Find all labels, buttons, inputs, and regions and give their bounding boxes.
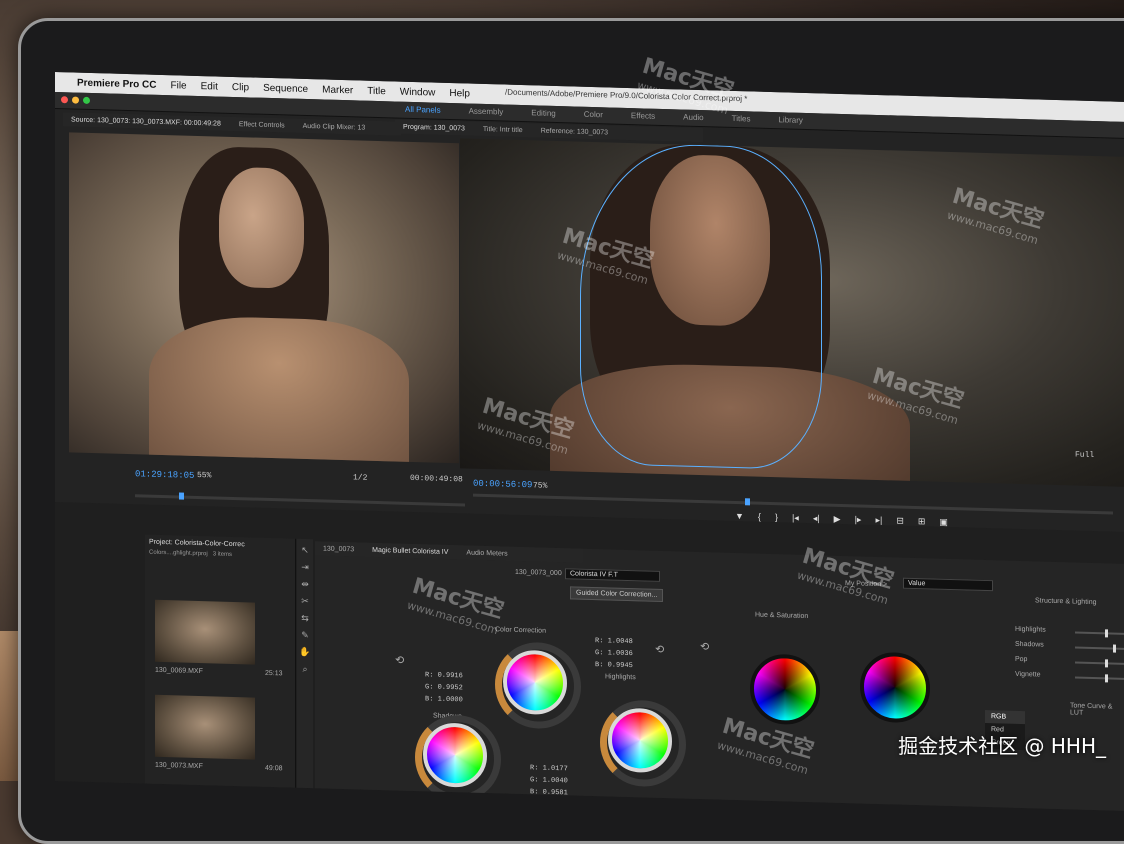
shadows-b: B: 1.0000 xyxy=(425,695,463,705)
clip-thumbnail[interactable] xyxy=(155,694,255,760)
tab-library[interactable]: Library xyxy=(778,115,802,125)
tab-colorista[interactable]: Magic Bullet Colorista IV xyxy=(372,546,448,555)
tab-titles[interactable]: Titles xyxy=(732,114,751,124)
hue-wheel[interactable] xyxy=(750,653,820,726)
tab-audio-clip-mixer[interactable]: Audio Clip Mixer: 13 xyxy=(303,122,366,131)
tab-audio[interactable]: Audio xyxy=(683,113,703,123)
project-file: Colors....ghlight.prproj xyxy=(149,549,208,558)
hue-saturation-heading: Hue & Saturation xyxy=(755,611,809,621)
color-correction-heading: Color Correction xyxy=(495,626,546,635)
hand-tool-icon[interactable]: ✋ xyxy=(297,647,313,658)
slider-label-highlights: Highlights xyxy=(1015,625,1046,634)
highlights-values: R: 1.0048 G: 1.0036 B: 0.9945 xyxy=(595,635,633,672)
menu-clip[interactable]: Clip xyxy=(232,81,249,92)
clip-label: 130_0073_000 xyxy=(515,568,562,578)
menu-window[interactable]: Window xyxy=(400,86,436,98)
program-scrubber[interactable] xyxy=(473,493,1113,515)
highlights-r: R: 1.0048 xyxy=(595,637,633,647)
saturation-wheel[interactable] xyxy=(860,651,930,724)
source-scrubber[interactable] xyxy=(135,494,465,507)
reset-icon[interactable]: ⟲ xyxy=(655,643,664,656)
highlights-slider[interactable] xyxy=(1075,629,1124,638)
zoom-window-button[interactable] xyxy=(83,96,90,104)
source-duration: 00:00:49:08 xyxy=(410,473,463,485)
structure-lighting-heading: Structure & Lighting xyxy=(1035,597,1097,607)
highlights-g: G: 1.0036 xyxy=(595,649,633,659)
tab-editing[interactable]: Editing xyxy=(531,108,555,118)
tab-source[interactable]: Source: 130_0073: 130_0073.MXF: 00:00:49… xyxy=(71,116,221,127)
shadows-values: R: 0.9916 G: 0.9952 B: 1.0000 xyxy=(425,669,463,706)
slider-label-vignette: Vignette xyxy=(1015,670,1041,679)
highlights-label: Highlights xyxy=(605,673,636,682)
source-playhead[interactable] xyxy=(179,492,184,500)
project-panel: Project: Colorista-Color-Correc Colors..… xyxy=(145,534,296,789)
tab-all-panels[interactable]: All Panels xyxy=(405,105,441,115)
zoom-tool-icon[interactable]: ⌕ xyxy=(297,664,313,675)
tools-panel: ↖ ⇥ ⇹ ✂ ⇆ ✎ ✋ ⌕ xyxy=(297,538,313,790)
menu-marker[interactable]: Marker xyxy=(322,84,353,96)
tone-curve-heading: Tone Curve & LUT xyxy=(1070,702,1113,717)
reset-icon[interactable]: ⟲ xyxy=(395,653,404,666)
slider-label-pop: Pop xyxy=(1015,655,1028,664)
tab-effects[interactable]: Effects xyxy=(631,111,655,121)
menu-title[interactable]: Title xyxy=(367,85,386,97)
highlights-color-wheel[interactable] xyxy=(608,707,672,774)
selection-tool-icon[interactable]: ↖ xyxy=(297,545,313,556)
menu-edit[interactable]: Edit xyxy=(201,81,218,92)
channel-rgb[interactable]: RGB xyxy=(985,709,1025,725)
reset-icon[interactable]: ⟲ xyxy=(700,640,709,653)
tab-title[interactable]: Title: Intr title xyxy=(483,125,523,133)
tab-assembly[interactable]: Assembly xyxy=(469,107,504,117)
clip-thumbnail[interactable] xyxy=(155,599,255,665)
tab-sequence[interactable]: 130_0073 xyxy=(323,545,354,553)
shadows-r: R: 0.9916 xyxy=(425,671,463,681)
track-select-icon[interactable]: ⇥ xyxy=(297,562,313,573)
my-position-dropdown[interactable]: Value xyxy=(903,577,993,592)
pen-tool-icon[interactable]: ✎ xyxy=(297,630,313,641)
clip-name: 130_0069.MXF xyxy=(155,666,203,676)
menu-sequence[interactable]: Sequence xyxy=(263,82,308,94)
tab-program[interactable]: Program: 130_0073 xyxy=(403,123,465,132)
shadows-slider[interactable] xyxy=(1075,644,1124,653)
source-zoom[interactable]: 55% xyxy=(197,471,211,480)
shadows-color-wheel[interactable] xyxy=(423,722,487,789)
source-fraction[interactable]: 1/2 xyxy=(353,473,367,482)
clip-name: 130_0073.MXF xyxy=(155,761,203,771)
tab-effect-controls[interactable]: Effect Controls xyxy=(239,121,285,129)
close-window-button[interactable] xyxy=(61,96,68,104)
tab-audio-meters[interactable]: Audio Meters xyxy=(466,549,507,557)
clip-duration: 25:13 xyxy=(265,669,283,678)
razor-tool-icon[interactable]: ✂ xyxy=(297,596,313,607)
midtones-color-wheel[interactable] xyxy=(503,649,567,716)
window-controls xyxy=(61,96,90,104)
program-zoom[interactable]: 75% xyxy=(533,481,547,490)
midtones-r: R: 1.0177 xyxy=(530,764,568,774)
vignette-slider[interactable] xyxy=(1075,674,1124,683)
program-timecode[interactable]: 00:00:56:09 xyxy=(473,479,532,491)
highlights-b: B: 0.9945 xyxy=(595,661,633,671)
ripple-edit-icon[interactable]: ⇹ xyxy=(297,579,313,590)
slider-label-shadows: Shadows xyxy=(1015,640,1044,649)
tab-reference[interactable]: Reference: 130_0073 xyxy=(541,127,608,136)
program-fit[interactable]: Full xyxy=(1075,450,1094,460)
colorista-mask-shape[interactable] xyxy=(580,141,822,471)
credit-text: 掘金技术社区 @ HHH_ xyxy=(898,734,1106,758)
project-count: 3 items xyxy=(212,551,233,558)
tab-color[interactable]: Color xyxy=(584,110,603,120)
menu-help[interactable]: Help xyxy=(449,88,470,100)
source-monitor-video[interactable] xyxy=(69,132,459,464)
app-name[interactable]: Premiere Pro CC xyxy=(77,77,156,90)
guided-color-correction-button[interactable]: Guided Color Correction... xyxy=(570,586,664,602)
clip-duration: 49:08 xyxy=(265,764,283,773)
source-timecode[interactable]: 01:29:18:05 xyxy=(135,469,194,481)
minimize-window-button[interactable] xyxy=(72,96,79,104)
pop-slider[interactable] xyxy=(1075,659,1124,668)
slip-tool-icon[interactable]: ⇆ xyxy=(297,613,313,624)
shadows-g: G: 0.9952 xyxy=(425,683,463,693)
preset-dropdown[interactable]: Colorista IV F.T xyxy=(565,568,660,582)
menu-file[interactable]: File xyxy=(170,80,186,91)
program-playhead[interactable] xyxy=(745,498,750,506)
